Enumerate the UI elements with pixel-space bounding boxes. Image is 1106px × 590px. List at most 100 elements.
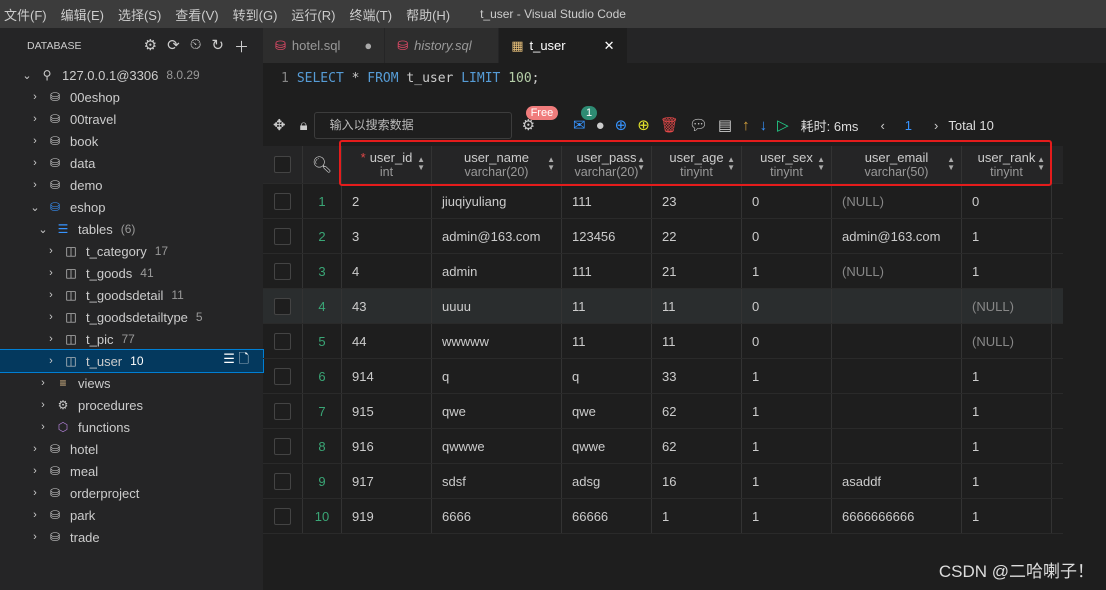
cell-user_sex[interactable]: 0	[742, 184, 832, 218]
tree-db[interactable]: › ⛁ 00eshop	[0, 86, 263, 108]
cell-user_sex[interactable]: 1	[742, 254, 832, 288]
cell-user_name[interactable]: qwe	[432, 394, 562, 428]
arrow-down-icon[interactable]: ↓	[760, 117, 768, 134]
tree-table[interactable]: › ◫ t_goods 41	[0, 262, 263, 284]
table-row[interactable]: 6 914 q q 33 1 1	[263, 359, 1063, 394]
sort-icon[interactable]: ▲ ▼	[817, 156, 825, 172]
cell-user_email[interactable]	[832, 289, 962, 323]
menu-item[interactable]: 编辑(E)	[61, 5, 104, 24]
cell-user_name[interactable]: wwwww	[432, 324, 562, 358]
column-header-user_pass[interactable]: user_pass varchar(20) ▲ ▼	[562, 146, 652, 183]
tree-tables-folder[interactable]: ⌄ ☰ tables (6)	[0, 218, 263, 240]
cell-user_rank[interactable]: 1	[962, 359, 1052, 393]
tree-folder[interactable]: › ≡ views	[0, 372, 263, 394]
cell-user_sex[interactable]: 0	[742, 324, 832, 358]
add-row-icon[interactable]: ⊕	[615, 116, 628, 134]
cell-user_id[interactable]: 917	[342, 464, 432, 498]
sort-icon[interactable]: ▲ ▼	[417, 156, 425, 172]
prev-page-icon[interactable]: ‹	[880, 118, 884, 133]
cell-user_rank[interactable]: 0	[962, 184, 1052, 218]
sort-icon[interactable]: ▲ ▼	[1037, 156, 1045, 172]
cell-user_id[interactable]: 919	[342, 499, 432, 533]
run-icon[interactable]: ▷	[777, 116, 789, 134]
menu-item[interactable]: 选择(S)	[118, 5, 161, 24]
cell-user_name[interactable]: sdsf	[432, 464, 562, 498]
cell-user_rank[interactable]: 1	[962, 219, 1052, 253]
cell-user_pass[interactable]: adsg	[562, 464, 652, 498]
tree-connection[interactable]: ⌄ ⚲ 127.0.0.1@3306 8.0.29	[0, 64, 263, 86]
tree-db[interactable]: › ⛁ orderproject	[0, 482, 263, 504]
mail-icon[interactable]: ✉ 1	[573, 106, 598, 134]
cell-user_email[interactable]: admin@163.com	[832, 219, 962, 253]
tree-db[interactable]: › ⛁ data	[0, 152, 263, 174]
cell-user_age[interactable]: 62	[652, 429, 742, 463]
cell-user_age[interactable]: 11	[652, 324, 742, 358]
row-checkbox[interactable]	[274, 472, 291, 490]
cell-user_rank[interactable]: (NULL)	[962, 289, 1052, 323]
tree-db[interactable]: › ⛁ 00travel	[0, 108, 263, 130]
cell-user_age[interactable]: 16	[652, 464, 742, 498]
column-header-user_email[interactable]: user_email varchar(50) ▲ ▼	[832, 146, 962, 183]
menu-item[interactable]: 帮助(H)	[406, 5, 450, 24]
cell-user_name[interactable]: qwwwe	[432, 429, 562, 463]
cell-user_age[interactable]: 23	[652, 184, 742, 218]
cell-user_name[interactable]: admin@163.com	[432, 219, 562, 253]
cell-user_email[interactable]: asaddf	[832, 464, 962, 498]
sort-icon[interactable]: ▲ ▼	[947, 156, 955, 172]
cell-user_age[interactable]: 62	[652, 394, 742, 428]
cell-user_pass[interactable]: q	[562, 359, 652, 393]
tree-db[interactable]: › ⛁ trade	[0, 526, 263, 548]
move-icon[interactable]: ✥	[273, 116, 286, 134]
menu-item[interactable]: 查看(V)	[175, 5, 218, 24]
row-checkbox[interactable]	[274, 402, 291, 420]
cell-user_pass[interactable]: 111	[562, 184, 652, 218]
cell-user_sex[interactable]: 0	[742, 289, 832, 323]
cell-user_id[interactable]: 44	[342, 324, 432, 358]
cell-user_id[interactable]: 3	[342, 219, 432, 253]
search-input[interactable]: 输入以搜索数据	[313, 111, 512, 139]
row-checkbox[interactable]	[274, 367, 291, 385]
tree-db[interactable]: › ⛁ demo	[0, 174, 263, 196]
cell-user_sex[interactable]: 1	[742, 464, 832, 498]
cell-user_rank[interactable]: 1	[962, 394, 1052, 428]
tree-db[interactable]: › ⛁ hotel	[0, 438, 263, 460]
insert-icon[interactable]: ⊕	[637, 116, 650, 134]
tree-table[interactable]: › ◫ t_goodsdetail 11	[0, 284, 263, 306]
tree-table[interactable]: › ◫ t_goodsdetailtype 5	[0, 306, 263, 328]
tree-folder[interactable]: › ⚙ procedures	[0, 394, 263, 416]
cell-user_email[interactable]	[832, 429, 962, 463]
sort-icon[interactable]: ▲ ▼	[637, 156, 645, 172]
cell-user_pass[interactable]: 111	[562, 254, 652, 288]
row-checkbox[interactable]	[274, 437, 291, 455]
row-checkbox[interactable]	[274, 262, 291, 280]
table-actions-icon[interactable]: ☰ 🗋	[223, 350, 249, 372]
cell-user_id[interactable]: 914	[342, 359, 432, 393]
table-row[interactable]: 1 2 jiuqiyuliang 111 23 0 (NULL) 0	[263, 184, 1063, 219]
search-icon[interactable]: 🔍︎	[312, 155, 332, 175]
cell-user_id[interactable]: 916	[342, 429, 432, 463]
table-row[interactable]: 2 3 admin@163.com 123456 22 0 admin@163.com 1	[263, 219, 1063, 254]
comment-icon[interactable]: 💬︎	[689, 116, 708, 134]
column-header-user_rank[interactable]: user_rank tinyint ▲ ▼	[962, 146, 1052, 183]
cell-user_age[interactable]: 33	[652, 359, 742, 393]
sql-editor[interactable]: 1 SELECT * FROM t_user LIMIT 100;	[263, 63, 1106, 101]
column-header-user_sex[interactable]: user_sex tinyint ▲ ▼	[742, 146, 832, 183]
column-header-user_name[interactable]: user_name varchar(20) ▲ ▼	[432, 146, 562, 183]
cell-user_email[interactable]	[832, 359, 962, 393]
cell-user_pass[interactable]: 123456	[562, 219, 652, 253]
delete-icon[interactable]: 🗑︎	[660, 116, 679, 134]
cell-user_email[interactable]: (NULL)	[832, 184, 962, 218]
next-page-icon[interactable]: ›	[934, 118, 938, 133]
cell-user_rank[interactable]: 1	[962, 499, 1052, 533]
row-checkbox[interactable]	[274, 332, 291, 350]
row-checkbox[interactable]	[274, 297, 291, 315]
cell-user_pass[interactable]: qwwe	[562, 429, 652, 463]
tree-folder[interactable]: › ⬡ functions	[0, 416, 263, 438]
cell-user_email[interactable]: 6666666666	[832, 499, 962, 533]
row-checkbox[interactable]	[274, 227, 291, 245]
arrow-up-icon[interactable]: ↑	[742, 117, 750, 134]
tree-table[interactable]: › ◫ t_user 10 ☰ 🗋	[0, 349, 264, 373]
cell-user_rank[interactable]: (NULL)	[962, 324, 1052, 358]
page-number[interactable]: 1	[905, 118, 912, 133]
sort-icon[interactable]: ▲ ▼	[727, 156, 735, 172]
